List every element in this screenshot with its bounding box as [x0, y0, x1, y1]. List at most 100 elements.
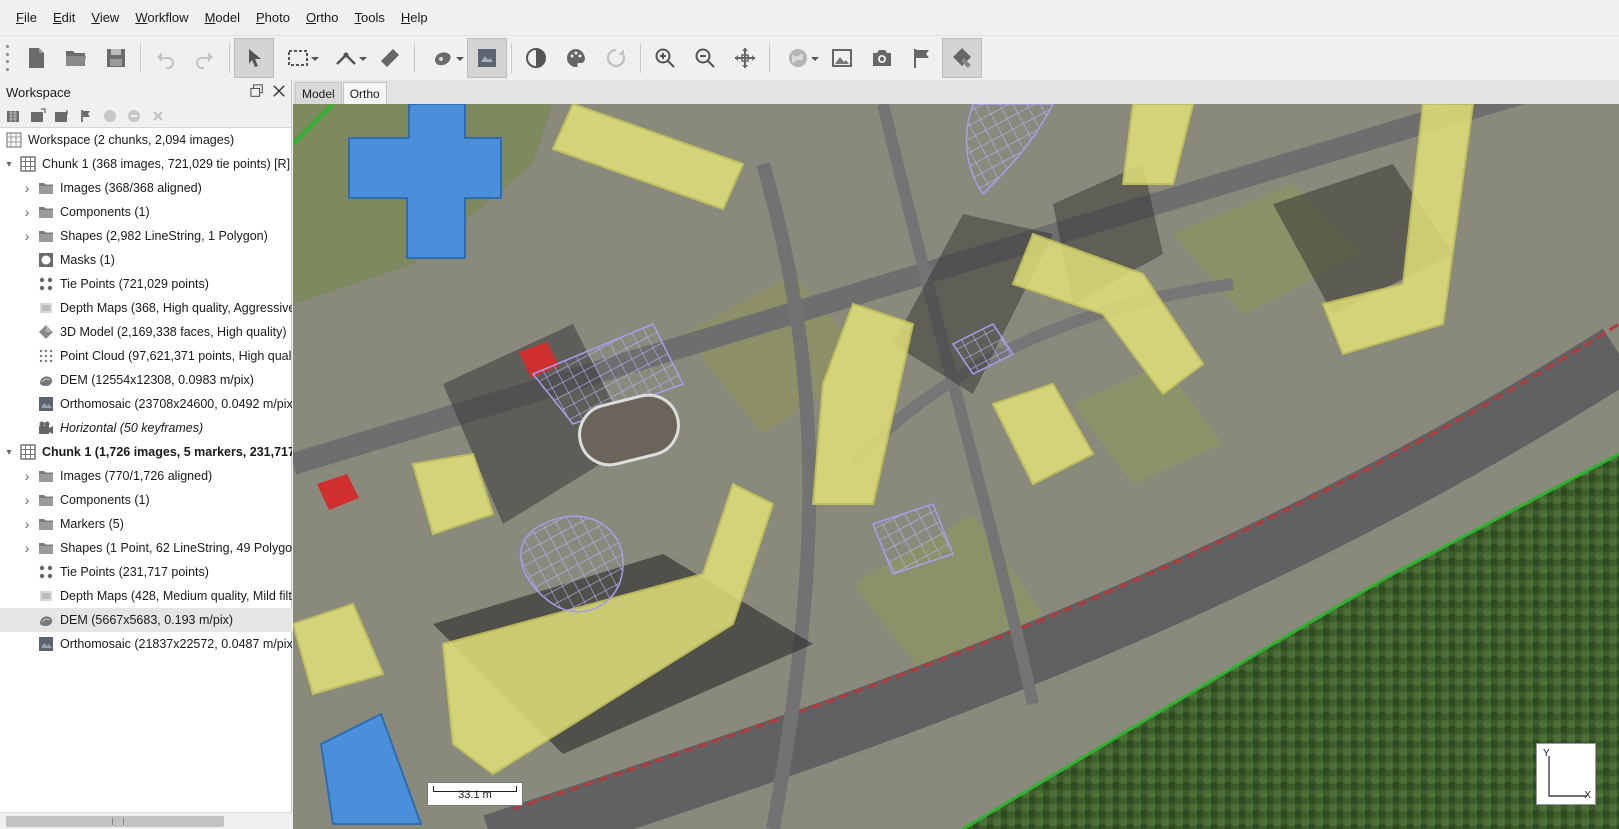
tab-model[interactable]: Model: [295, 82, 342, 104]
expand-arrow-icon[interactable]: ›: [20, 468, 34, 484]
redo-icon[interactable]: [185, 38, 225, 78]
add-photos-icon[interactable]: [28, 107, 48, 125]
tree-item-dem[interactable]: DEM (5667x5683, 0.193 m/pix): [0, 608, 292, 632]
menu-file[interactable]: File: [8, 0, 45, 36]
globe-icon[interactable]: [774, 38, 822, 78]
zoom-in-icon[interactable]: [645, 38, 685, 78]
tree-item-label: Depth Maps (368, High quality, Aggressiv…: [60, 301, 292, 315]
collapse-arrow-icon[interactable]: ▾: [2, 159, 16, 170]
tree-item-depth-maps[interactable]: Depth Maps (368, High quality, Aggressiv…: [0, 296, 292, 320]
camera-icon[interactable]: [862, 38, 902, 78]
tree-item-orthomosaic[interactable]: Orthomosaic (21837x22572, 0.0487 m/pix): [0, 632, 292, 656]
flag-icon[interactable]: [902, 38, 942, 78]
expand-arrow-icon[interactable]: ›: [20, 180, 34, 196]
dem-icon: [38, 612, 54, 628]
remove-icon[interactable]: [148, 107, 168, 125]
expand-arrow-icon[interactable]: ›: [20, 540, 34, 556]
ruler-icon[interactable]: [370, 38, 410, 78]
ortho-viewport[interactable]: 33.1 m Y X: [293, 104, 1619, 829]
workspace-panel: Workspace Workspace (2 chunks, 2,094 ima…: [0, 80, 292, 829]
depth-maps-icon: [38, 588, 54, 604]
undo-icon[interactable]: [145, 38, 185, 78]
dem-icon: [38, 372, 54, 388]
shape-draw-icon[interactable]: [419, 38, 467, 78]
mask-icon: [38, 252, 54, 268]
menu-ortho[interactable]: Ortho: [298, 0, 347, 36]
tree-item-components[interactable]: › Components (1): [0, 200, 292, 224]
toolbar-separator: [229, 43, 230, 73]
folder-icon: [38, 516, 54, 532]
tree-item-shapes[interactable]: › Shapes (2,982 LineString, 1 Polygon): [0, 224, 292, 248]
disable-icon[interactable]: [124, 107, 144, 125]
add-folder-icon[interactable]: [52, 107, 72, 125]
float-panel-icon[interactable]: [249, 83, 265, 99]
tree-item-markers[interactable]: › Markers (5): [0, 512, 292, 536]
chunk-label: Chunk 1 (368 images, 721,029 tie points)…: [42, 157, 291, 171]
scale-bar: 33.1 m: [427, 782, 523, 806]
menu-model[interactable]: Model: [197, 0, 248, 36]
orthomosaic-map[interactable]: [293, 104, 1619, 829]
tree-item-label: Orthomosaic (23708x24600, 0.0492 m/pix): [60, 397, 292, 411]
expand-arrow-icon[interactable]: ›: [20, 516, 34, 532]
tree-item-tie-points[interactable]: Tie Points (721,029 points): [0, 272, 292, 296]
tie-points-icon: [38, 564, 54, 580]
image-icon[interactable]: [822, 38, 862, 78]
contrast-icon[interactable]: [516, 38, 556, 78]
orthomosaic-view-icon[interactable]: [467, 38, 507, 78]
menu-mnemonic: M: [204, 9, 216, 25]
menu-photo[interactable]: Photo: [248, 0, 298, 36]
animation-icon: [38, 420, 54, 436]
toolbar-separator: [414, 43, 415, 73]
point-cloud-icon: [38, 348, 54, 364]
tree-item-depth-maps[interactable]: Depth Maps (428, Medium quality, Mild fi…: [0, 584, 292, 608]
tree-item-label: Tie Points (231,717 points): [60, 565, 209, 579]
collapse-arrow-icon[interactable]: ▾: [2, 447, 16, 458]
menu-workflow[interactable]: Workflow: [127, 0, 196, 36]
tree-item-images[interactable]: › Images (770/1,726 aligned): [0, 464, 292, 488]
chunk-item[interactable]: ▾ Chunk 1 (368 images, 721,029 tie points…: [0, 152, 292, 176]
chunk-item[interactable]: ▾ Chunk 1 (1,726 images, 5 markers, 231,7…: [0, 440, 292, 464]
menu-help[interactable]: Help: [393, 0, 436, 36]
toolbar-grip[interactable]: [4, 45, 10, 71]
add-marker-icon[interactable]: [76, 107, 96, 125]
expand-arrow-icon[interactable]: ›: [20, 492, 34, 508]
new-file-icon[interactable]: [16, 38, 56, 78]
toolbar-separator: [640, 43, 641, 73]
navigation-icon[interactable]: [234, 38, 274, 78]
expand-arrow-icon[interactable]: ›: [20, 204, 34, 220]
tree-item-orthomosaic[interactable]: Orthomosaic (23708x24600, 0.0492 m/pix): [0, 392, 292, 416]
zoom-out-icon[interactable]: [685, 38, 725, 78]
open-folder-icon[interactable]: [56, 38, 96, 78]
folder-icon: [38, 468, 54, 484]
add-chunk-icon[interactable]: [4, 107, 24, 125]
expand-arrow-icon[interactable]: ›: [20, 228, 34, 244]
tree-item-images[interactable]: › Images (368/368 aligned): [0, 176, 292, 200]
menu-label-rest: ools: [361, 9, 385, 25]
enable-icon[interactable]: [100, 107, 120, 125]
close-panel-icon[interactable]: [271, 83, 287, 99]
save-icon[interactable]: [96, 38, 136, 78]
tree-item-point-cloud[interactable]: Point Cloud (97,621,371 points, High qua…: [0, 344, 292, 368]
tree-item-label: Tie Points (721,029 points): [60, 277, 209, 291]
rotate-icon[interactable]: [596, 38, 636, 78]
tree-item-3d-model[interactable]: 3D Model (2,169,338 faces, High quality): [0, 320, 292, 344]
workspace-title: Workspace: [6, 84, 71, 100]
tree-item-masks[interactable]: Masks (1): [0, 248, 292, 272]
tree-item-dem[interactable]: DEM (12554x12308, 0.0983 m/pix): [0, 368, 292, 392]
tree-item-components[interactable]: › Components (1): [0, 488, 292, 512]
palette-icon[interactable]: [556, 38, 596, 78]
tree-item-tie-points[interactable]: Tie Points (231,717 points): [0, 560, 292, 584]
tree-item-shapes[interactable]: › Shapes (1 Point, 62 LineString, 49 Poly…: [0, 536, 292, 560]
shapes-icon[interactable]: [942, 38, 982, 78]
menu-edit[interactable]: Edit: [45, 0, 83, 36]
reset-view-icon[interactable]: [725, 38, 765, 78]
menu-view[interactable]: View: [83, 0, 127, 36]
workspace-horizontal-scrollbar[interactable]: [0, 812, 292, 829]
rectangle-selection-icon[interactable]: [274, 38, 322, 78]
ruler-draw-icon[interactable]: [322, 38, 370, 78]
workspace-header: Workspace: [0, 80, 291, 104]
menu-tools[interactable]: Tools: [347, 0, 393, 36]
tab-ortho[interactable]: Ortho: [342, 82, 387, 104]
tree-item-horizontal[interactable]: Horizontal (50 keyframes): [0, 416, 292, 440]
workspace-root-item[interactable]: Workspace (2 chunks, 2,094 images): [0, 128, 292, 152]
